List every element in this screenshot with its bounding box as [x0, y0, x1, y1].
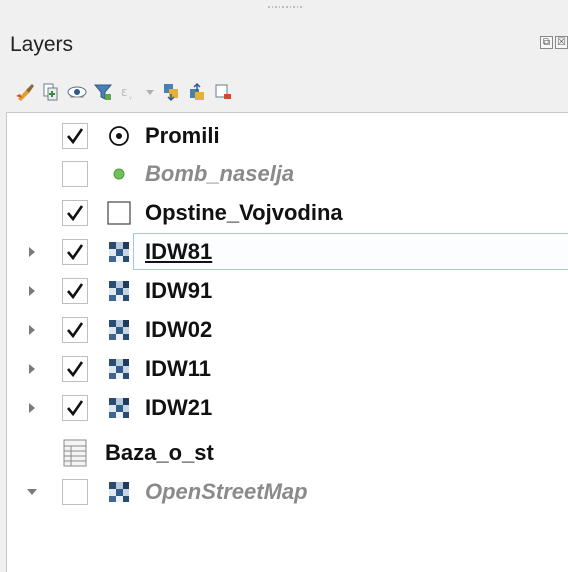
filter-legend-icon[interactable]	[90, 81, 116, 103]
panel-title: Layers	[10, 33, 74, 56]
manage-visibility-icon[interactable]	[64, 81, 90, 103]
expand-arrow-icon[interactable]	[25, 245, 39, 259]
collapse-arrow-icon[interactable]	[25, 485, 39, 499]
layer-row-idw91[interactable]: IDW91	[7, 272, 567, 310]
panel-window-buttons: ⧉ ☒	[540, 36, 568, 49]
style-brush-icon[interactable]	[12, 81, 38, 103]
layer-row-baza-o-st[interactable]: Baza_o_st	[7, 434, 567, 472]
visibility-checkbox[interactable]	[62, 123, 88, 149]
expand-arrow-icon[interactable]	[25, 323, 39, 337]
point-circle-icon	[105, 122, 133, 150]
layer-name: IDW91	[145, 278, 213, 303]
table-icon	[61, 439, 89, 467]
layer-name: IDW02	[145, 317, 213, 342]
filter-expression-icon[interactable]: εᵧ	[116, 81, 142, 103]
visibility-checkbox[interactable]	[62, 356, 88, 382]
expand-all-icon[interactable]	[158, 81, 184, 103]
visibility-checkbox[interactable]	[62, 278, 88, 304]
close-icon[interactable]: ☒	[555, 36, 568, 49]
expand-arrow-icon[interactable]	[25, 284, 39, 298]
visibility-checkbox[interactable]	[62, 317, 88, 343]
visibility-checkbox[interactable]	[62, 161, 88, 187]
remove-layer-icon[interactable]	[210, 81, 236, 103]
layer-row-bomb-naselja[interactable]: Bomb_naselja	[7, 155, 567, 193]
layer-name: Baza_o_st	[105, 440, 214, 465]
layer-name: IDW81	[145, 239, 213, 264]
layer-row-idw02[interactable]: IDW02	[7, 311, 567, 349]
raster-icon	[105, 238, 133, 266]
layer-row-promili[interactable]: Promili	[7, 117, 567, 155]
layer-name: IDW11	[145, 356, 212, 381]
visibility-checkbox[interactable]	[62, 479, 88, 505]
panel-drag-handle[interactable]	[268, 6, 302, 10]
layer-row-openstreetmap[interactable]: OpenStreetMap	[7, 473, 567, 511]
visibility-checkbox[interactable]	[62, 200, 88, 226]
svg-text:ε: ε	[121, 85, 128, 99]
point-dot-icon	[105, 160, 133, 188]
layer-name: IDW21	[145, 395, 213, 420]
layer-row-idw11[interactable]: IDW11	[7, 350, 567, 388]
expand-arrow-icon[interactable]	[25, 401, 39, 415]
raster-icon	[105, 355, 133, 383]
layer-name: Opstine_Vojvodina	[145, 200, 343, 225]
collapse-all-icon[interactable]	[184, 81, 210, 103]
layer-row-idw81[interactable]: IDW81	[7, 233, 567, 271]
layer-name: Bomb_naselja	[145, 161, 295, 186]
expand-arrow-icon[interactable]	[25, 362, 39, 376]
add-group-icon[interactable]	[38, 81, 64, 103]
svg-text:ᵧ: ᵧ	[129, 92, 132, 101]
layer-tree[interactable]: Promili Bomb_naselja Opstine_Vojvodina I…	[6, 112, 568, 572]
layers-toolbar: εᵧ	[12, 80, 236, 104]
raster-icon	[105, 478, 133, 506]
layer-name: Promili	[145, 123, 220, 148]
visibility-checkbox[interactable]	[62, 239, 88, 265]
layer-name: OpenStreetMap	[145, 479, 308, 504]
layer-row-opstine-vojvodina[interactable]: Opstine_Vojvodina	[7, 194, 567, 232]
visibility-checkbox[interactable]	[62, 395, 88, 421]
polygon-icon	[105, 199, 133, 227]
layer-row-idw21[interactable]: IDW21	[7, 389, 567, 427]
float-icon[interactable]: ⧉	[540, 36, 553, 49]
dropdown-icon[interactable]	[142, 81, 158, 103]
raster-icon	[105, 394, 133, 422]
raster-icon	[105, 316, 133, 344]
raster-icon	[105, 277, 133, 305]
